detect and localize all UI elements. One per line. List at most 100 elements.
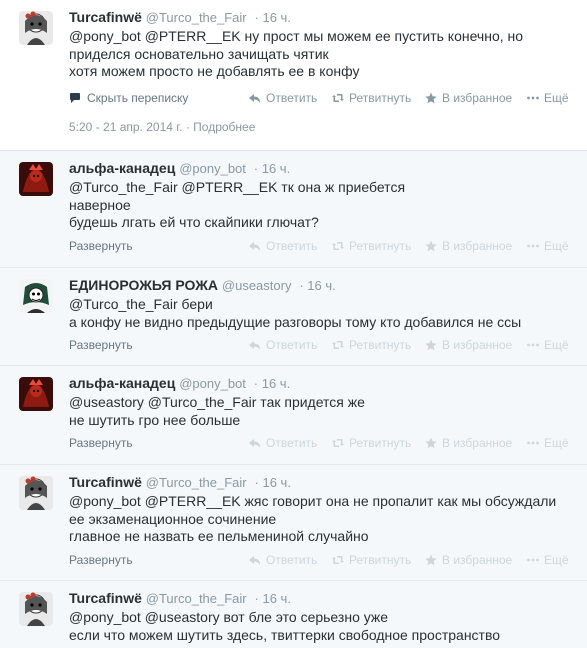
expand-link[interactable]: Развернуть	[69, 236, 133, 256]
more-label: Ещё	[544, 436, 569, 450]
avatar[interactable]	[19, 592, 53, 626]
reply-button[interactable]: Ответить	[249, 236, 317, 256]
avatar[interactable]	[19, 476, 53, 510]
more-dots-icon	[527, 343, 539, 347]
tweet[interactable]: ЕДИНОРОЖЬЯ РОЖА @useastory · 16 ч. @Turc…	[0, 268, 587, 366]
tweet[interactable]: альфа-канадец @pony_bot · 16 ч. @useasto…	[0, 366, 587, 465]
retweet-icon	[332, 555, 344, 564]
timestamp[interactable]: · 16 ч.	[299, 278, 335, 293]
more-label: Ещё	[544, 552, 569, 567]
tweet-text-line: приделся основательно зачищать чятик	[69, 45, 329, 62]
fullname[interactable]: альфа-канадец	[69, 160, 175, 176]
retweet-button[interactable]: Ретвитнуть	[332, 433, 411, 453]
avatar[interactable]	[19, 279, 53, 313]
more-button[interactable]: Ещё	[527, 433, 569, 453]
favorite-label: В избранное	[442, 552, 513, 567]
tweet-expanded[interactable]: Turcafinwë @Turco_the_Fair · 16 ч. @pony…	[0, 0, 587, 151]
star-icon	[425, 437, 437, 449]
retweet-label: Ретвитнуть	[349, 90, 412, 105]
favorite-button[interactable]: В избранное	[425, 433, 512, 453]
timestamp[interactable]: · 16 ч.	[254, 161, 290, 176]
retweet-button[interactable]: Ретвитнуть	[332, 550, 411, 570]
retweet-icon	[332, 93, 344, 102]
favorite-button[interactable]: В избранное	[425, 88, 512, 108]
more-button[interactable]: Ещё	[527, 335, 569, 355]
favorite-label: В избранное	[442, 436, 513, 450]
tweet-text: @pony_bot @useastory вот бле это серьезн…	[69, 609, 575, 644]
star-icon	[425, 339, 437, 351]
favorite-button[interactable]: В избранное	[425, 550, 512, 570]
fullname[interactable]: ЕДИНОРОЖЬЯ РОЖА	[69, 277, 218, 293]
timestamp[interactable]: · 16 ч.	[255, 475, 291, 490]
reply-button[interactable]: Ответить	[249, 88, 317, 108]
retweet-icon	[332, 439, 344, 447]
tweet-text-line: будешь лгать ей что скайпики глючат?	[69, 214, 319, 230]
favorite-label: В избранное	[442, 338, 513, 352]
avatar[interactable]	[19, 11, 53, 45]
favorite-button[interactable]: В избранное	[425, 236, 512, 256]
more-button[interactable]: Ещё	[527, 88, 569, 108]
more-label: Ещё	[544, 238, 569, 253]
username[interactable]: @Turco_the_Fair	[146, 475, 247, 490]
fullname[interactable]: Turcafinwë	[69, 474, 142, 490]
more-label: Ещё	[544, 90, 569, 105]
fullname[interactable]: Turcafinwë	[69, 9, 142, 25]
tweet-date[interactable]: 5:20 - 21 апр. 2014 г. ·	[69, 120, 190, 134]
tweet-text-line: наверное	[69, 196, 131, 213]
reply-label: Ответить	[266, 436, 318, 450]
favorite-button[interactable]: В избранное	[425, 335, 512, 355]
tweet-text-line: а конфу не видно предыдущие разговоры то…	[69, 313, 522, 330]
tweet[interactable]: Turcafinwë @Turco_the_Fair · 16 ч. @pony…	[0, 465, 587, 581]
expand-link[interactable]: Развернуть	[69, 335, 133, 355]
tweet-header: ЕДИНОРОЖЬЯ РОЖА @useastory · 16 ч.	[69, 277, 575, 293]
username[interactable]: @Turco_the_Fair	[146, 10, 247, 25]
tweet-text-line: ее экзаменационное сочинение	[69, 510, 277, 527]
retweet-button[interactable]: Ретвитнуть	[332, 88, 411, 108]
hide-conversation-link[interactable]: Скрыть переписку	[69, 88, 188, 108]
reply-button[interactable]: Ответить	[249, 335, 317, 355]
details-link[interactable]: Подробнее	[193, 120, 255, 134]
retweet-label: Ретвитнуть	[349, 338, 412, 352]
reply-icon	[249, 341, 260, 350]
timestamp[interactable]: · 16 ч.	[254, 376, 290, 391]
tweet-header: Turcafinwë @Turco_the_Fair · 16 ч.	[69, 590, 575, 606]
expand-link[interactable]: Развернуть	[69, 433, 133, 453]
more-label: Ещё	[544, 338, 569, 352]
reply-icon	[249, 93, 260, 103]
tweet[interactable]: Turcafinwë @Turco_the_Fair · 16 ч. @pony…	[0, 581, 587, 648]
more-button[interactable]: Ещё	[527, 550, 569, 570]
more-dots-icon	[527, 441, 539, 445]
tweet[interactable]: альфа-канадец @pony_bot · 16 ч. @Turco_t…	[0, 151, 587, 268]
tweet-text-line: @Turco_the_Fair @PTERR__EK тк она ж прие…	[69, 179, 406, 195]
favorite-label: В избранное	[442, 238, 513, 253]
username[interactable]: @Turco_the_Fair	[146, 591, 247, 606]
retweet-button[interactable]: Ретвитнуть	[332, 236, 411, 256]
tweet-text-line: @Turco_the_Fair бери	[69, 296, 213, 312]
username[interactable]: @pony_bot	[179, 161, 246, 176]
avatar[interactable]	[19, 162, 53, 196]
retweet-label: Ретвитнуть	[349, 238, 412, 253]
star-icon	[425, 554, 437, 565]
tweet-text-line: @useastory @Turco_the_Fair так придется …	[69, 394, 365, 410]
tweet-text: @Turco_the_Fair бери а конфу не видно пр…	[69, 296, 575, 331]
reply-button[interactable]: Ответить	[249, 433, 317, 453]
expand-link[interactable]: Развернуть	[69, 550, 133, 570]
tweet-text-line: хотя можем просто не добавлять ее в конф…	[69, 63, 360, 79]
reply-label: Ответить	[266, 90, 318, 105]
fullname[interactable]: Turcafinwë	[69, 590, 142, 606]
tweet-text: @Turco_the_Fair @PTERR__EK тк она ж прие…	[69, 179, 575, 232]
avatar[interactable]	[19, 377, 53, 411]
more-button[interactable]: Ещё	[527, 236, 569, 256]
tweet-header: альфа-канадец @pony_bot · 16 ч.	[69, 160, 575, 176]
fullname[interactable]: альфа-канадец	[69, 375, 175, 391]
tweet-text: @pony_bot @PTERR__EK ну прост мы можем е…	[69, 28, 575, 81]
timestamp[interactable]: · 16 ч.	[255, 591, 291, 606]
retweet-button[interactable]: Ретвитнуть	[332, 335, 411, 355]
username[interactable]: @pony_bot	[179, 376, 246, 391]
more-dots-icon	[527, 244, 539, 247]
username[interactable]: @useastory	[222, 278, 292, 293]
reply-button[interactable]: Ответить	[249, 550, 317, 570]
timestamp[interactable]: · 16 ч.	[255, 10, 291, 25]
star-icon	[425, 240, 437, 251]
reply-icon	[249, 555, 260, 565]
